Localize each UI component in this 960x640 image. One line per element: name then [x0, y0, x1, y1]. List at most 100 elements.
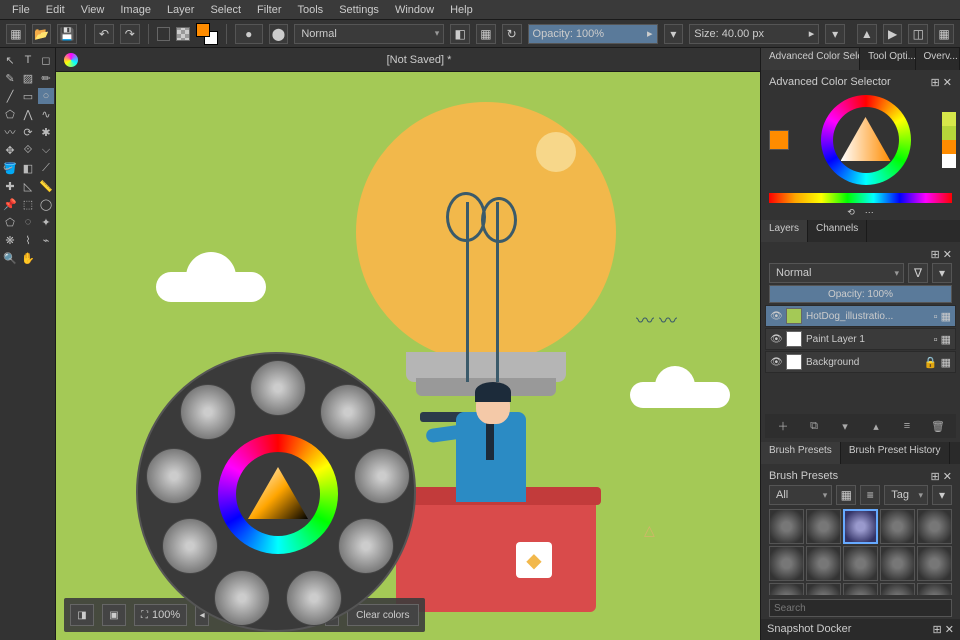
opacity-slider[interactable]: Opacity: 100%▸ [528, 24, 658, 44]
magnetic-select-tool[interactable]: ⌁ [38, 232, 54, 248]
smart-patch-tool[interactable]: ✚ [2, 178, 18, 194]
tab-advanced-color[interactable]: Advanced Color Sele... [761, 48, 860, 70]
reference-tool[interactable]: 📌 [2, 196, 18, 212]
menu-window[interactable]: Window [387, 2, 442, 18]
bezier-tool[interactable]: ∿ [38, 106, 54, 122]
layer-thumb-size-button[interactable]: ▾ [932, 263, 952, 283]
layer-blend-dropdown[interactable]: Normal [769, 263, 904, 283]
popup-brush-slot[interactable] [146, 448, 202, 504]
mirror-vertical-button[interactable]: ▶ [883, 24, 903, 44]
brush-preset[interactable] [917, 583, 952, 595]
panel-menu-icon[interactable]: ⊞ ✕ [933, 623, 955, 636]
brush-tag-filter[interactable]: All [769, 485, 832, 505]
color-history[interactable] [942, 112, 956, 168]
brush-preset[interactable] [843, 583, 878, 595]
menu-layer[interactable]: Layer [159, 2, 203, 18]
fill-tool[interactable]: 🪣 [2, 160, 18, 176]
layer-row[interactable]: 👁 Paint Layer 1 ▫ ▦ [765, 328, 956, 350]
opacity-stepper[interactable]: ▾ [664, 24, 684, 44]
color-wheel[interactable] [821, 95, 911, 185]
panel-menu-icon[interactable]: ⊞ ✕ [931, 470, 953, 483]
polygonal-select-tool[interactable]: ⬠ [2, 214, 18, 230]
freehand-tool[interactable]: 〰 [2, 124, 18, 140]
brush-storage-button[interactable]: ▾ [932, 485, 952, 505]
tab-tool-options[interactable]: Tool Opti... [860, 48, 915, 70]
visibility-icon[interactable]: 👁 [770, 311, 782, 322]
panel-menu-icon[interactable]: ⊞ ✕ [931, 248, 953, 261]
contiguous-select-tool[interactable]: ✦ [38, 214, 54, 230]
layer-filter-button[interactable]: ∇ [908, 263, 928, 283]
brush-preset[interactable] [917, 546, 952, 581]
freehand-select-tool[interactable]: ◌ [20, 214, 36, 230]
visibility-icon[interactable]: 👁 [770, 334, 782, 345]
last-color-swatch[interactable] [769, 130, 789, 150]
menu-edit[interactable]: Edit [38, 2, 73, 18]
similar-select-tool[interactable]: ❋ [2, 232, 18, 248]
ellipse-select-tool[interactable]: ◯ [38, 196, 54, 212]
layer-alpha-icon[interactable]: ▫ ▦ [934, 310, 951, 323]
menu-view[interactable]: View [73, 2, 113, 18]
snapshot-docker-title[interactable]: Snapshot Docker [767, 623, 851, 636]
pattern-edit-tool[interactable]: ▨ [20, 70, 36, 86]
tab-brush-history[interactable]: Brush Preset History [841, 442, 950, 464]
menu-file[interactable]: File [4, 2, 38, 18]
pan-tool[interactable]: ✋ [20, 250, 36, 266]
popup-brush-slot[interactable] [320, 384, 376, 440]
layer-row[interactable]: 👁 HotDog_illustratio... ▫ ▦ [765, 305, 956, 327]
layer-name-label[interactable]: Paint Layer 1 [806, 334, 930, 345]
layer-alpha-icon[interactable]: ▫ ▦ [934, 333, 951, 346]
popup-brush-slot[interactable] [180, 384, 236, 440]
brush-preset[interactable] [843, 546, 878, 581]
brush-preset[interactable] [769, 509, 804, 544]
polygon-tool[interactable]: ⬠ [2, 106, 18, 122]
eraser-toggle[interactable]: ◧ [450, 24, 470, 44]
visibility-icon[interactable]: 👁 [770, 357, 782, 368]
mirror-horizontal-button[interactable]: ▲ [857, 24, 877, 44]
open-button[interactable]: 📂 [32, 24, 52, 44]
pattern-swatch[interactable] [176, 27, 190, 41]
assistant-tool[interactable]: ◺ [20, 178, 36, 194]
reload-preset-button[interactable]: ↻ [502, 24, 522, 44]
move-tool[interactable]: ✥ [2, 142, 18, 158]
gradient-swatch[interactable] [157, 27, 171, 41]
brush-preview[interactable]: ● [235, 24, 263, 44]
multibrush-tool[interactable]: ✱ [38, 124, 54, 140]
brush-tag-dropdown[interactable]: Tag [884, 485, 928, 505]
brush-preset[interactable] [806, 509, 841, 544]
brush-preset[interactable] [843, 509, 878, 544]
popup-brush-slot[interactable] [214, 570, 270, 626]
pencil-tool[interactable]: ✏ [38, 70, 54, 86]
brush-search-input[interactable]: Search [769, 599, 952, 617]
bezier-select-tool[interactable]: ⌇ [20, 232, 36, 248]
line-tool[interactable]: ╱ [2, 88, 18, 104]
ellipse-tool[interactable]: ○ [38, 88, 54, 104]
polyline-tool[interactable]: ⋀ [20, 106, 36, 122]
measure-tool[interactable]: 📏 [38, 178, 54, 194]
menu-help[interactable]: Help [442, 2, 481, 18]
brush-settings-button[interactable]: ⬤ [269, 24, 289, 44]
rect-select-tool[interactable]: ⬚ [20, 196, 36, 212]
layer-opacity-slider[interactable]: Opacity: 100% [769, 285, 952, 303]
transform-tool[interactable]: ↖ [2, 52, 18, 68]
canvas-only-button[interactable]: ▣ [102, 604, 126, 626]
brush-preset[interactable] [880, 546, 915, 581]
undo-button[interactable]: ↶ [94, 24, 114, 44]
rectangle-tool[interactable]: ▭ [20, 88, 36, 104]
color-swatches[interactable] [196, 23, 218, 45]
brush-preset[interactable] [917, 509, 952, 544]
size-stepper[interactable]: ▾ [825, 24, 845, 44]
crop-tool[interactable]: ⌵ [38, 142, 54, 158]
brush-preset[interactable] [806, 583, 841, 595]
tab-brush-presets[interactable]: Brush Presets [761, 442, 841, 464]
tab-overview[interactable]: Overv... [916, 48, 960, 70]
color-picker-tool[interactable]: ⟋ [38, 160, 54, 176]
new-button[interactable]: ▦ [6, 24, 26, 44]
canvas[interactable]: 〰 〰 ◆ △ [56, 72, 760, 640]
duplicate-layer-button[interactable]: ⧉ [806, 418, 822, 434]
alpha-lock-toggle[interactable]: ▦ [476, 24, 496, 44]
brush-preset[interactable] [806, 546, 841, 581]
zoom-tool[interactable]: 🔍 [2, 250, 18, 266]
layer-name-label[interactable]: Background [806, 357, 920, 368]
popup-brush-slot[interactable] [250, 360, 306, 416]
mirror-view-button[interactable]: ◨ [70, 604, 94, 626]
